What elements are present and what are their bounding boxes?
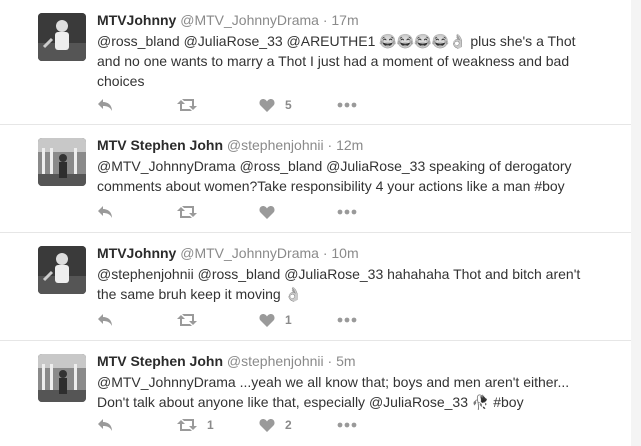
tweet-text-line: @MTV_JohnnyDrama @ross_bland @JuliaRose_… [97,158,572,174]
tweet-header: MTV Stephen John @stephenjohnii · 12m [97,136,363,154]
tweet-text: @MTV_JohnnyDrama ...yeah we all know tha… [97,372,602,412]
display-name[interactable]: MTVJohnny [97,12,176,28]
heart-icon [259,99,275,112]
retweet-icon [177,99,197,111]
reply-icon [98,99,112,111]
tweet-text-line: @ross_bland @JuliaRose_33 @AREUTHE1 😂😂😂😂… [97,33,576,49]
like-button[interactable]: 2 [259,415,292,435]
user-handle[interactable]: @MTV_JohnnyDrama [180,245,319,261]
tweet[interactable]: MTVJohnny @MTV_JohnnyDrama · 17m @ross_b… [0,0,631,125]
avatar[interactable] [38,138,86,186]
tweet[interactable]: MTV Stephen John @stephenjohnii · 12m @M… [0,125,631,233]
tweet-header: MTVJohnny @MTV_JohnnyDrama · 17m [97,11,359,29]
user-handle[interactable]: @stephenjohnii [227,137,324,153]
like-count: 1 [285,313,292,327]
reply-button[interactable] [97,310,113,330]
timeline: MTVJohnny @MTV_JohnnyDrama · 17m @ross_b… [0,0,632,446]
like-count: 2 [285,418,292,432]
timestamp[interactable]: 10m [331,245,358,261]
tweet-text-line: the same bruh keep it moving 👌 [97,286,302,302]
tweet-text-line: choices [97,73,145,89]
tweet-text-line: and no one wants to marry a Thot I just … [97,53,570,69]
more-icon [337,422,357,428]
avatar[interactable] [38,13,86,61]
display-name[interactable]: MTV Stephen John [97,353,223,369]
tweet-actions [97,202,417,222]
reply-button[interactable] [97,95,113,115]
retweet-button[interactable] [177,310,207,330]
retweet-count: 1 [207,418,214,432]
heart-icon [259,206,275,219]
user-handle[interactable]: @stephenjohnii [227,353,324,369]
retweet-icon [177,419,197,431]
retweet-icon [177,206,197,218]
tweet-text: @stephenjohnii @ross_bland @JuliaRose_33… [97,264,602,304]
like-count: 5 [285,98,292,112]
more-button[interactable] [337,95,357,115]
tweet-text: @MTV_JohnnyDrama @ross_bland @JuliaRose_… [97,156,602,196]
tweet[interactable]: MTV Stephen John @stephenjohnii · 5m @MT… [0,341,631,446]
tweet-header: MTV Stephen John @stephenjohnii · 5m [97,352,356,370]
scrollbar[interactable] [631,0,641,446]
avatar[interactable] [38,246,86,294]
tweet-text-line: Don't talk about anyone like that, espec… [97,394,524,410]
separator: · [322,12,328,28]
more-icon [337,102,357,108]
heart-icon [259,314,275,327]
tweet-text-line: comments about women?Take responsibility… [97,178,565,194]
user-handle[interactable]: @MTV_JohnnyDrama [180,12,319,28]
more-button[interactable] [337,415,357,435]
retweet-button[interactable] [177,202,207,222]
reply-icon [98,206,112,218]
tweet-text-line: @stephenjohnii @ross_bland @JuliaRose_33… [97,266,581,282]
heart-icon [259,419,275,432]
timestamp[interactable]: 17m [331,12,358,28]
like-button[interactable]: 1 [259,310,292,330]
like-button[interactable] [259,202,285,222]
like-button[interactable]: 5 [259,95,292,115]
tweet-text-line: @MTV_JohnnyDrama ...yeah we all know tha… [97,374,570,390]
tweet-actions: 1 2 [97,415,417,435]
more-button[interactable] [337,310,357,330]
reply-icon [98,314,112,326]
timestamp[interactable]: 5m [336,353,355,369]
reply-button[interactable] [97,415,113,435]
display-name[interactable]: MTVJohnny [97,245,176,261]
reply-button[interactable] [97,202,113,222]
tweet-actions: 1 [97,310,417,330]
more-icon [337,317,357,323]
more-button[interactable] [337,202,357,222]
tweet-text: @ross_bland @JuliaRose_33 @AREUTHE1 😂😂😂😂… [97,31,602,91]
tweet-header: MTVJohnny @MTV_JohnnyDrama · 10m [97,244,359,262]
tweet-actions: 5 [97,95,417,115]
timestamp[interactable]: 12m [336,137,363,153]
more-icon [337,209,357,215]
retweet-icon [177,314,197,326]
separator: · [327,353,333,369]
avatar[interactable] [38,354,86,402]
separator: · [322,245,328,261]
reply-icon [98,419,112,431]
retweet-button[interactable] [177,95,207,115]
display-name[interactable]: MTV Stephen John [97,137,223,153]
tweet[interactable]: MTVJohnny @MTV_JohnnyDrama · 10m @stephe… [0,233,631,341]
separator: · [327,137,333,153]
retweet-button[interactable]: 1 [177,415,214,435]
